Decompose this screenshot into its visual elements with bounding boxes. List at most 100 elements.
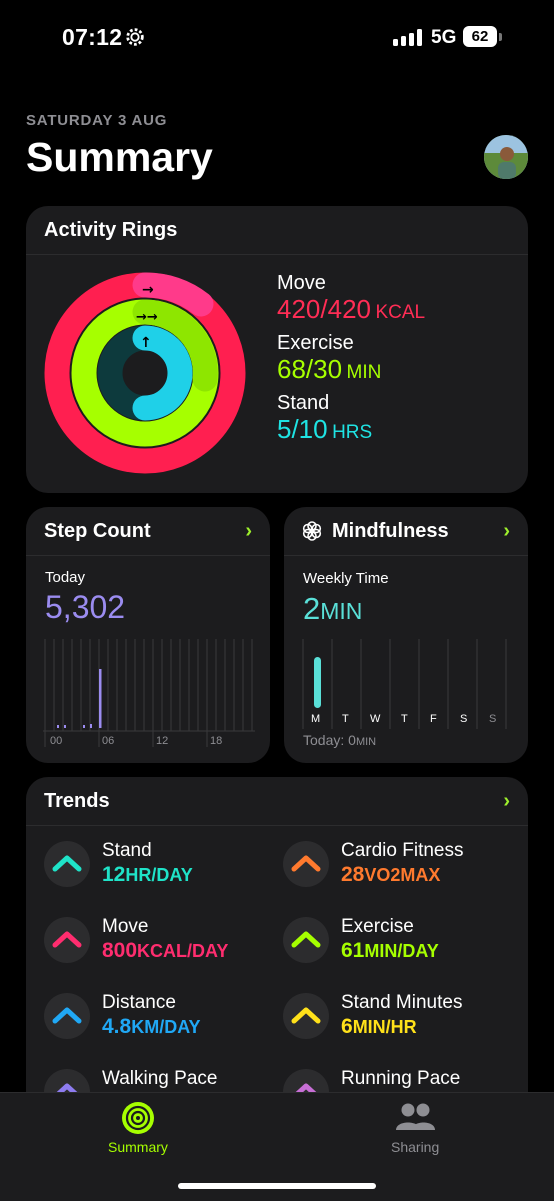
exercise-unit: MIN [346, 362, 382, 383]
focus-gear-icon [126, 28, 144, 46]
trend-unit: VO2MAX [364, 865, 441, 885]
trend-up-arrow-icon [44, 993, 90, 1039]
trend-value-row: 12HR/DAY [102, 863, 193, 887]
move-unit: KCAL [375, 302, 426, 323]
battery-icon: 62 [463, 26, 497, 47]
svg-text:→→: →→ [136, 310, 158, 325]
sharing-people-icon[interactable] [394, 1102, 436, 1132]
activity-rings-chart: → →→ ↑ [44, 272, 246, 474]
battery-tip [499, 33, 502, 41]
trend-value: 800 [102, 939, 138, 962]
trend-up-arrow-icon [283, 841, 329, 887]
chevron-up-icon [52, 1007, 82, 1024]
step-chart [43, 639, 255, 747]
trend-name: Exercise [341, 916, 414, 937]
chevron-up-icon [291, 855, 321, 872]
trend-value: 28 [341, 863, 365, 886]
tab-sharing-label[interactable]: Sharing [391, 1139, 439, 1155]
tab-summary-label[interactable]: Summary [108, 1139, 168, 1155]
trend-name: Running Pace [341, 1068, 461, 1089]
trend-unit: MIN/HR [352, 1017, 417, 1037]
stand-value-row: 5/10 HRS [277, 414, 372, 445]
mindfulness-today-label: Today: 0 [303, 732, 356, 748]
trend-value: 4.8 [102, 1015, 132, 1038]
trend-value: 12 [102, 863, 126, 886]
activity-rings-title: Activity Rings [44, 219, 178, 241]
day-tue: T [342, 713, 349, 725]
stand-unit: HRS [332, 422, 373, 443]
trends-card[interactable]: Trends › Stand 12HR/DAY Cardio Fitness 28VO… [26, 777, 528, 1137]
trend-name: Stand Minutes [341, 992, 463, 1013]
chevron-right-icon: › [503, 790, 510, 812]
mindfulness-unit: MIN [320, 598, 363, 624]
day-thu: T [401, 713, 408, 725]
trend-up-arrow-icon [44, 841, 90, 887]
trend-name: Distance [102, 992, 176, 1013]
cellular-signal-icon [393, 28, 422, 46]
trend-value: 6 [341, 1015, 353, 1038]
step-period: Today [45, 569, 86, 586]
step-count-card[interactable]: Step Count › Today 5,302 00 06 12 18 [26, 507, 270, 763]
exercise-value: 68/30 [277, 354, 343, 384]
trend-name: Move [102, 916, 149, 937]
day-fri: F [430, 713, 437, 725]
chevron-right-icon: › [503, 520, 510, 542]
trend-unit: MIN/DAY [364, 941, 439, 961]
svg-text:→: → [142, 282, 154, 298]
mindfulness-flower-icon [302, 521, 322, 541]
avatar[interactable] [484, 135, 528, 179]
chevron-up-icon [52, 855, 82, 872]
card-header: Step Count › [26, 507, 270, 556]
step-tick-12: 12 [156, 735, 169, 747]
chevron-up-icon [291, 931, 321, 948]
stand-label: Stand [277, 392, 330, 414]
home-indicator [178, 1183, 376, 1189]
mindfulness-card[interactable]: Mindfulness › Weekly Time 2MIN M T W T F… [284, 507, 528, 763]
step-tick-00: 00 [50, 735, 63, 747]
card-header: Mindfulness › [284, 507, 528, 556]
mindfulness-value-row: 2MIN [303, 591, 362, 627]
chevron-up-icon [52, 931, 82, 948]
step-value: 5,302 [45, 589, 126, 625]
move-value: 420/420 [277, 294, 371, 324]
summary-rings-icon [122, 1102, 154, 1134]
network-type: 5G [431, 27, 457, 48]
trend-value-row: 28VO2MAX [341, 863, 440, 887]
stand-value: 5/10 [277, 414, 328, 444]
trend-name: Walking Pace [102, 1068, 218, 1089]
trend-unit: HR/DAY [125, 865, 193, 885]
trend-name: Stand [102, 840, 152, 861]
trend-up-arrow-icon [283, 993, 329, 1039]
exercise-label: Exercise [277, 332, 354, 354]
chevron-up-icon [291, 1007, 321, 1024]
day-sat: S [460, 713, 468, 725]
exercise-value-row: 68/30 MIN [277, 354, 381, 385]
date-label: SATURDAY 3 AUG [26, 112, 168, 129]
mindfulness-title: Mindfulness [332, 520, 449, 542]
trend-up-arrow-icon [283, 917, 329, 963]
day-mon: M [311, 713, 321, 725]
mindfulness-today-row: Today: 0MIN [303, 732, 376, 748]
mindfulness-today-unit: MIN [355, 736, 377, 748]
step-tick-06: 06 [102, 735, 115, 747]
card-header: Trends › [26, 777, 528, 826]
page-title: Summary [26, 134, 213, 180]
step-count-title: Step Count [44, 520, 151, 542]
trend-up-arrow-icon [44, 917, 90, 963]
trend-name: Cardio Fitness [341, 840, 464, 861]
trends-title: Trends [44, 790, 110, 812]
svg-text:↑: ↑ [140, 335, 152, 351]
chevron-right-icon: › [245, 520, 252, 542]
step-tick-18: 18 [210, 735, 223, 747]
move-value-row: 420/420 KCAL [277, 294, 425, 325]
trend-value-row: 4.8KM/DAY [102, 1015, 201, 1039]
day-sun: S [489, 713, 497, 725]
trend-value-row: 6MIN/HR [341, 1015, 417, 1039]
trend-value-row: 800KCAL/DAY [102, 939, 228, 963]
mindfulness-period: Weekly Time [303, 570, 389, 587]
status-time: 07:12 [62, 24, 123, 50]
day-wed: W [370, 713, 381, 725]
trend-unit: KCAL/DAY [137, 941, 229, 961]
activity-rings-card[interactable]: Activity Rings → →→ ↑ Move 420/420 KCAL … [26, 206, 528, 493]
move-label: Move [277, 272, 326, 294]
